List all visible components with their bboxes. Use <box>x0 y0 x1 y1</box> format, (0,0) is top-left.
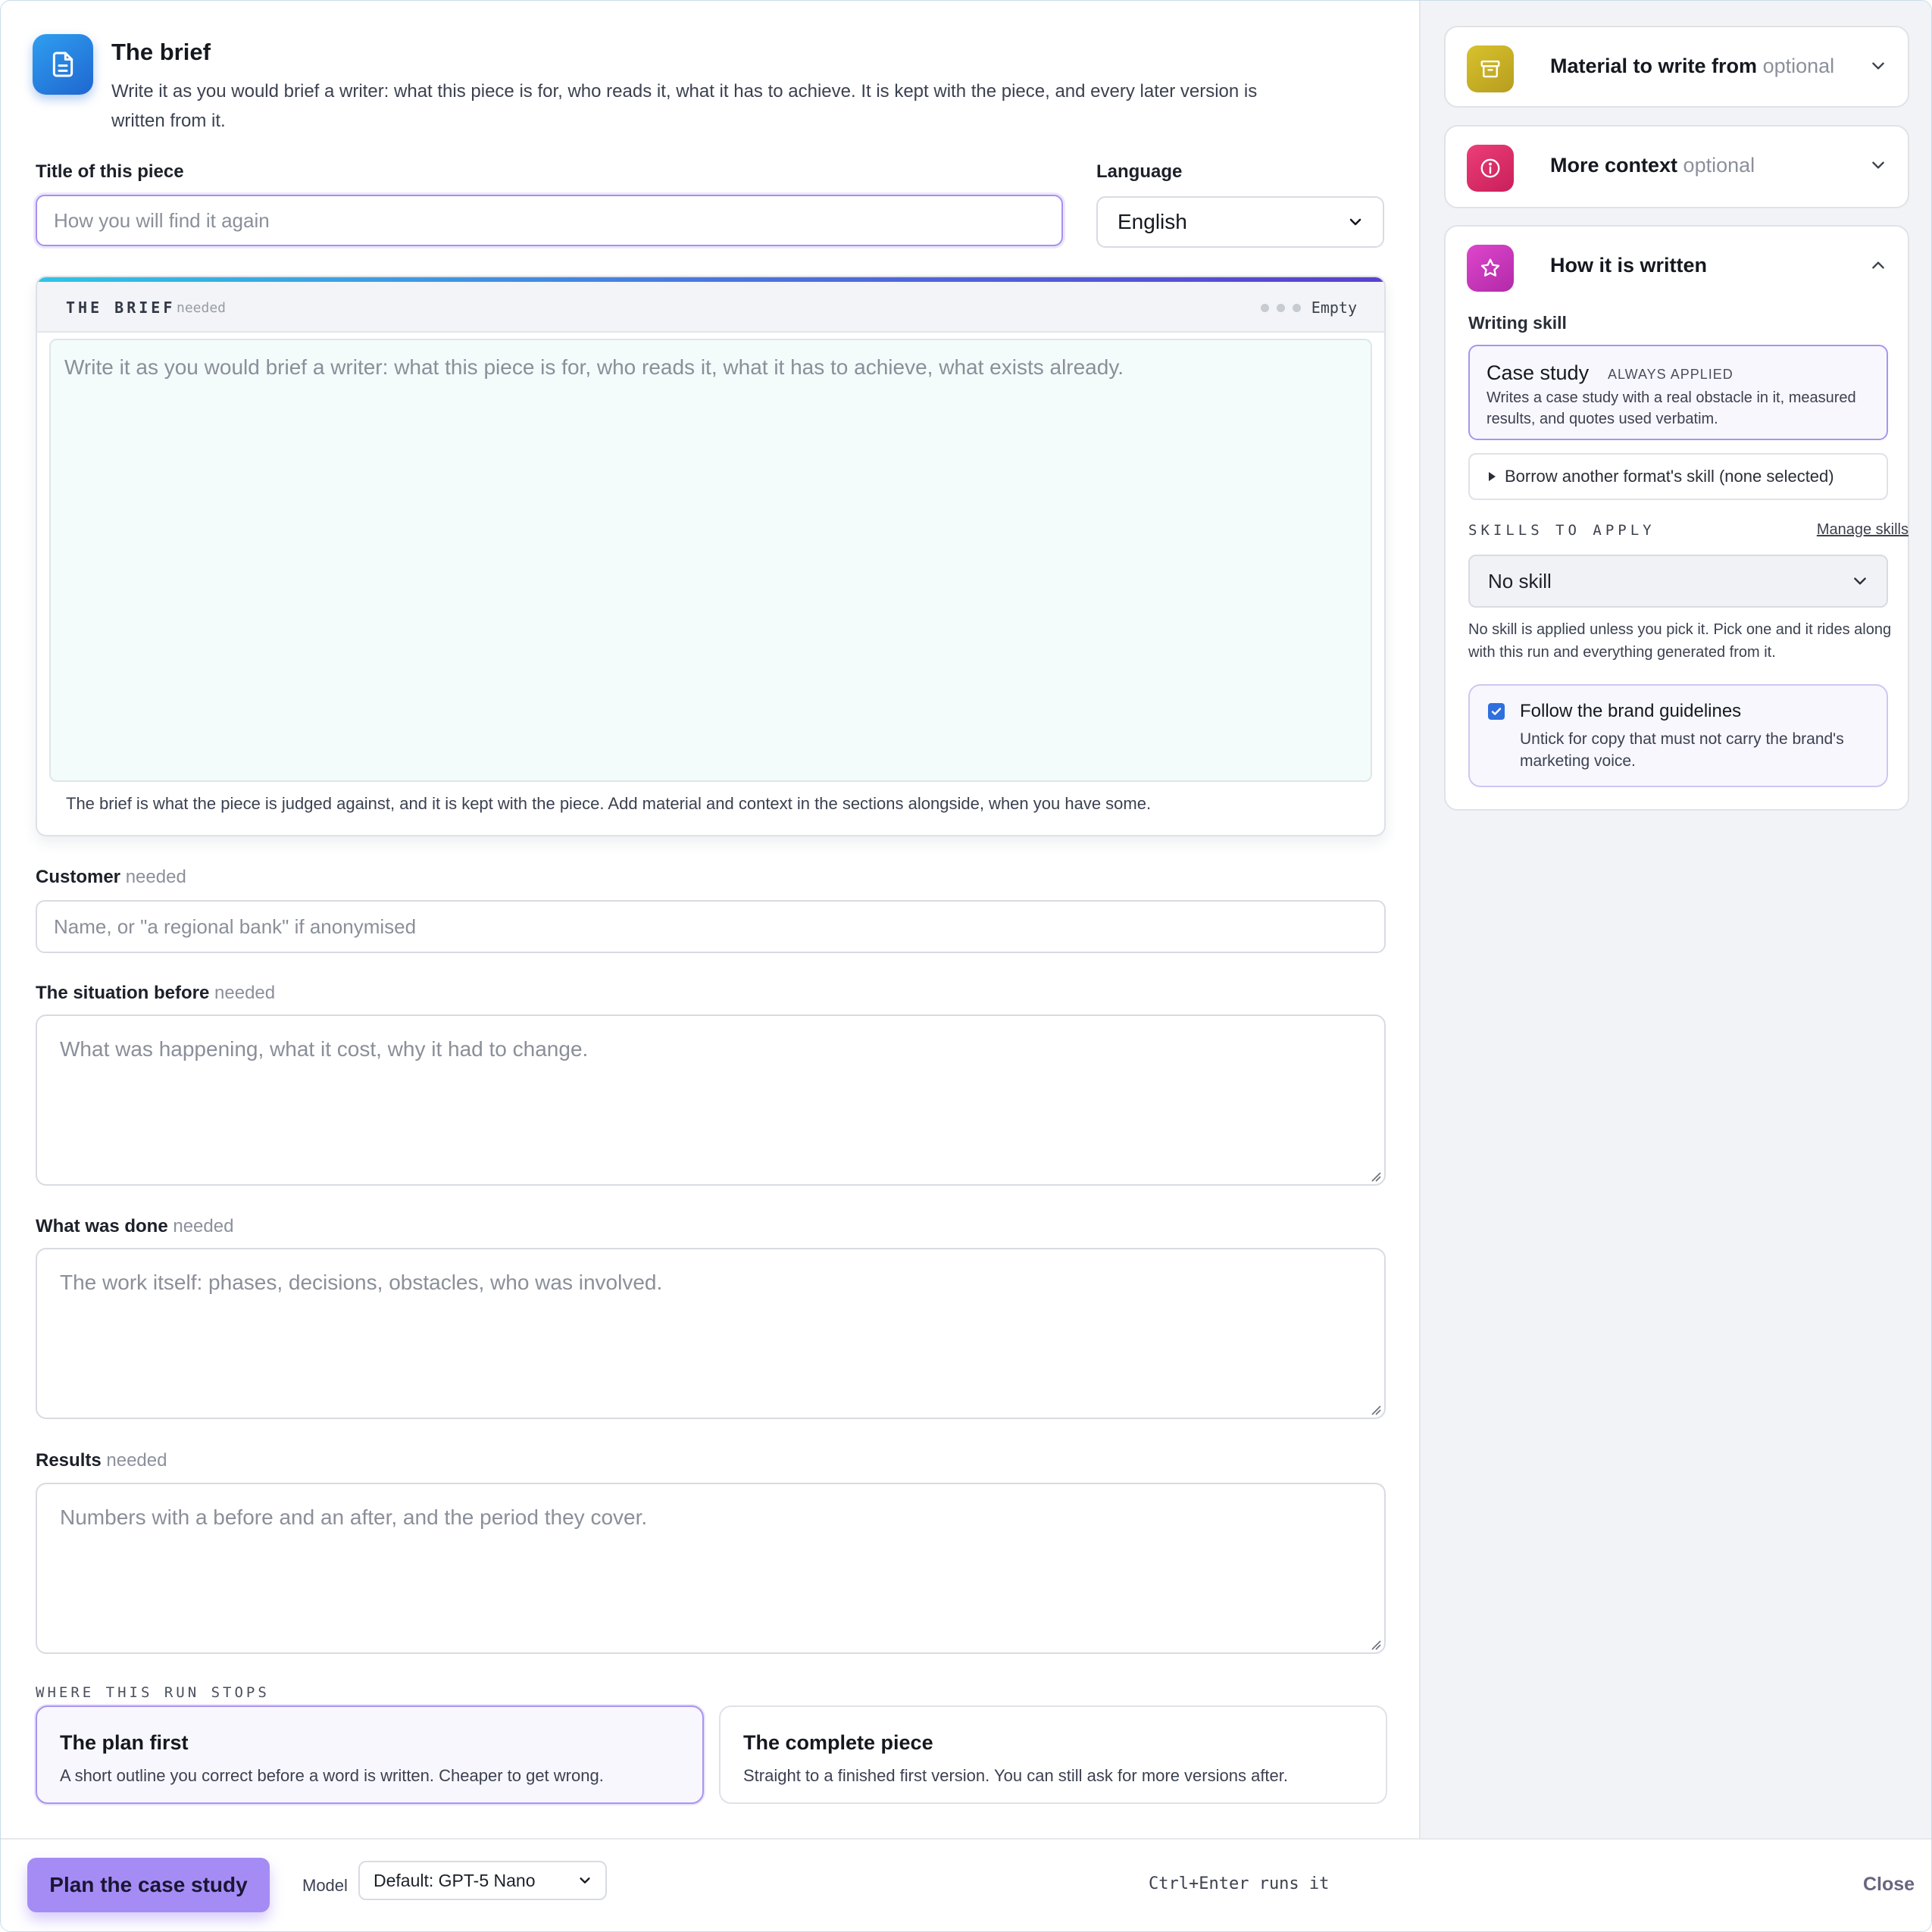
page-description: Write it as you would brief a writer: wh… <box>111 81 1258 131</box>
brief-textarea[interactable] <box>49 339 1372 782</box>
info-circle-icon <box>1467 145 1514 192</box>
title-label: Title of this piece <box>36 161 184 182</box>
situation-needed-tag: needed <box>214 983 276 1003</box>
done-label: What was done needed <box>36 1216 233 1237</box>
skills-to-apply-label: SKILLS TO APPLY <box>1468 522 1655 539</box>
document-icon <box>33 34 93 95</box>
results-needed-tag: needed <box>106 1450 167 1471</box>
run-stops-caption: WHERE THIS RUN STOPS <box>36 1684 270 1701</box>
material-panel-title: Material to write from optional <box>1550 55 1834 78</box>
customer-needed-tag: needed <box>125 867 186 887</box>
resize-handle-icon[interactable] <box>1371 1640 1381 1650</box>
status-dots-icon <box>1261 304 1301 312</box>
resize-handle-icon[interactable] <box>1371 1405 1381 1415</box>
language-label: Language <box>1096 161 1183 182</box>
borrow-skill-label: Borrow another format's skill (none sele… <box>1505 467 1834 486</box>
triangle-right-icon <box>1489 472 1496 481</box>
stop-option-desc: A short outline you correct before a wor… <box>60 1766 604 1785</box>
situation-label: The situation before needed <box>36 983 275 1004</box>
customer-label: Customer needed <box>36 867 186 888</box>
skill-note: No skill is applied unless you pick it. … <box>1468 621 1892 661</box>
skill-name: Case study <box>1487 361 1590 384</box>
context-panel[interactable]: More context optional <box>1444 125 1909 208</box>
sidebar: Material to write from optional More con… <box>1419 1 1931 1838</box>
done-needed-tag: needed <box>173 1216 234 1236</box>
how-written-panel-header[interactable]: How it is written <box>1446 227 1908 305</box>
stop-option-complete[interactable]: The complete piece Straight to a finishe… <box>719 1705 1387 1804</box>
brief-card: THE BRIEF needed Empty The brief is what… <box>36 276 1386 836</box>
skill-description: Writes a case study with a real obstacle… <box>1487 389 1856 427</box>
stop-option-title: The complete piece <box>743 1731 933 1754</box>
stop-option-title: The plan first <box>60 1731 189 1754</box>
brief-note: The brief is what the piece is judged ag… <box>66 794 1152 813</box>
model-label: Model <box>302 1876 348 1895</box>
chevron-down-icon[interactable] <box>1870 157 1887 174</box>
brand-guidelines-checkbox[interactable] <box>1488 703 1505 720</box>
plan-case-study-button[interactable]: Plan the case study <box>27 1858 270 1912</box>
context-title-text: More context <box>1550 154 1678 177</box>
manage-skills-link[interactable]: Manage skills <box>1817 521 1909 539</box>
customer-label-text: Customer <box>36 867 121 887</box>
footer-bar: Plan the case study Model Default: GPT-5… <box>1 1838 1931 1931</box>
chevron-down-icon <box>580 1877 590 1884</box>
context-panel-header[interactable]: More context optional <box>1446 127 1908 205</box>
stop-option-desc: Straight to a finished first version. Yo… <box>743 1766 1289 1785</box>
material-optional-tag: optional <box>1762 55 1835 77</box>
situation-textarea[interactable] <box>36 1014 1386 1186</box>
results-textarea[interactable] <box>36 1483 1386 1654</box>
context-optional-tag: optional <box>1683 154 1755 177</box>
results-label: Results needed <box>36 1450 167 1471</box>
checkmark-icon <box>1491 708 1502 715</box>
skill-select-value: No skill <box>1488 569 1552 592</box>
resize-handle-icon[interactable] <box>1371 1171 1381 1182</box>
stop-option-plan[interactable]: The plan first A short outline you corre… <box>36 1705 704 1804</box>
language-select[interactable]: English <box>1096 196 1384 248</box>
brand-guidelines-desc: Untick for copy that must not carry the … <box>1520 730 1844 770</box>
chevron-up-icon[interactable] <box>1870 257 1887 274</box>
main-form: The brief Write it as you would brief a … <box>1 1 1419 1838</box>
chevron-down-icon <box>1349 218 1361 226</box>
page-title: The brief <box>111 39 211 65</box>
title-input[interactable] <box>36 195 1063 246</box>
skill-select[interactable]: No skill <box>1468 555 1888 608</box>
language-value: English <box>1118 210 1187 233</box>
brand-guidelines-option[interactable]: Follow the brand guidelines Untick for c… <box>1468 684 1888 787</box>
results-label-text: Results <box>36 1450 102 1471</box>
brand-guidelines-title: Follow the brand guidelines <box>1520 701 1742 721</box>
done-label-text: What was done <box>36 1216 168 1236</box>
brief-status: Empty <box>1311 299 1357 317</box>
brief-name: THE BRIEF <box>66 299 176 317</box>
context-panel-title: More context optional <box>1550 154 1755 177</box>
writing-skill-card: Case study ALWAYS APPLIED Writes a case … <box>1468 345 1888 440</box>
situation-label-text: The situation before <box>36 983 210 1003</box>
material-panel-header[interactable]: Material to write from optional <box>1446 27 1908 106</box>
borrow-skill-toggle[interactable]: Borrow another format's skill (none sele… <box>1468 453 1888 500</box>
close-button[interactable]: Close <box>1859 1873 1919 1896</box>
customer-input[interactable] <box>36 900 1386 953</box>
how-written-title: How it is written <box>1550 254 1708 277</box>
skill-badge: ALWAYS APPLIED <box>1608 367 1733 382</box>
chevron-down-icon <box>1854 577 1866 585</box>
material-title-text: Material to write from <box>1550 55 1758 77</box>
done-textarea[interactable] <box>36 1248 1386 1419</box>
model-select-value: Default: GPT-5 Nano <box>374 1870 536 1890</box>
brief-header: THE BRIEF needed Empty <box>37 282 1384 333</box>
archive-box-icon <box>1467 45 1514 92</box>
chevron-down-icon[interactable] <box>1870 58 1887 74</box>
model-select[interactable]: Default: GPT-5 Nano <box>358 1861 607 1900</box>
keyboard-shortcut-hint: Ctrl+Enter runs it <box>1149 1874 1330 1893</box>
star-icon <box>1467 245 1514 292</box>
brief-dialog: The brief Write it as you would brief a … <box>0 0 1932 1932</box>
writing-skill-label: Writing skill <box>1468 313 1567 333</box>
material-panel[interactable]: Material to write from optional <box>1444 26 1909 108</box>
brief-needed-tag: needed <box>177 300 227 316</box>
